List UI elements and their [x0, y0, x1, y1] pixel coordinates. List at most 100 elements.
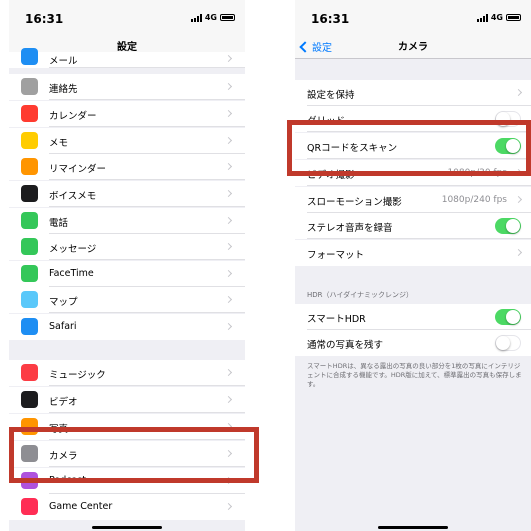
contacts-icon — [21, 78, 38, 95]
settings-item-label: ビデオ — [49, 397, 78, 408]
camera-settings-screen: 16:31 4G 設定 カメラ 設定を保持 グリッド QRコードをスキャン ビデオ撮影… — [295, 0, 531, 531]
music-icon — [21, 364, 38, 381]
hdr-row-2[interactable]: 通常の写真を残す — [295, 330, 531, 356]
settings-item-music[interactable]: ミュージック — [9, 360, 245, 386]
settings-item-label: 連絡先 — [49, 84, 78, 95]
row-divider — [49, 206, 245, 207]
settings-item-mail[interactable]: メール — [9, 48, 245, 68]
camera-row-value: 1080p/240 fps — [441, 195, 507, 205]
settings-item-phone[interactable]: 電話 — [9, 208, 245, 234]
settings-item-video[interactable]: ビデオ — [9, 387, 245, 413]
signal-icon — [476, 13, 488, 22]
row-divider — [49, 99, 245, 100]
settings-item-label: リマインダー — [49, 164, 107, 175]
toggle-switch[interactable] — [495, 309, 521, 325]
camera-row-6[interactable]: ステレオ音声を録音 — [295, 213, 531, 239]
settings-item-label: ミュージック — [49, 370, 106, 381]
row-divider — [49, 385, 245, 386]
settings-item-calendar[interactable]: カレンダー — [9, 101, 245, 127]
settings-item-label: FaceTime — [49, 268, 94, 279]
settings-item-label: Game Center — [49, 501, 113, 512]
chevron-right-icon — [224, 242, 233, 251]
settings-item-reminders[interactable]: リマインダー — [9, 154, 245, 180]
toggle-knob — [506, 219, 520, 233]
toggle-switch[interactable] — [495, 335, 521, 351]
settings-item-contacts[interactable]: 連絡先 — [9, 74, 245, 100]
camera-row-1[interactable]: 設定を保持 — [295, 80, 531, 106]
mail-icon — [21, 48, 38, 65]
toggle-knob — [506, 310, 520, 324]
network-label: 4G — [204, 13, 217, 22]
settings-item-game-center[interactable]: Game Center — [9, 494, 245, 520]
camera-row-label: フォーマット — [307, 250, 365, 261]
chevron-right-icon — [224, 162, 233, 171]
settings-item-label: メッセージ — [49, 244, 97, 255]
nav-bar: 設定 カメラ — [295, 36, 531, 59]
facetime-icon — [21, 265, 38, 282]
camera-row-7[interactable]: フォーマット — [295, 240, 531, 266]
chevron-right-icon — [224, 395, 233, 404]
chevron-right-icon — [224, 502, 233, 511]
settings-item-label: メモ — [49, 138, 69, 149]
chevron-right-icon — [224, 54, 233, 63]
chevron-right-icon — [224, 189, 233, 198]
status-time: 16:31 — [311, 12, 350, 26]
video-icon — [21, 391, 38, 408]
settings-item-safari[interactable]: Safari — [9, 314, 245, 340]
row-divider — [49, 312, 245, 313]
home-indicator — [378, 526, 448, 529]
hdr-section-header: HDR（ハイダイナミックレンジ） — [307, 291, 413, 299]
hdr-row-label: 通常の写真を残す — [307, 340, 384, 351]
chevron-right-icon — [224, 295, 233, 304]
network-label: 4G — [490, 13, 503, 22]
chevron-right-icon — [514, 88, 523, 97]
camera-row-label: スローモーション撮影 — [307, 197, 402, 208]
settings-item-label: カレンダー — [49, 111, 97, 122]
settings-item-maps[interactable]: マップ — [9, 287, 245, 313]
page-title: カメラ — [398, 42, 428, 53]
status-bar: 16:31 4G — [9, 0, 245, 36]
settings-item-voice-memo[interactable]: ボイスメモ — [9, 181, 245, 207]
settings-item-label: ボイスメモ — [49, 191, 97, 202]
maps-icon — [21, 291, 38, 308]
safari-icon — [21, 318, 38, 335]
voice-memo-icon — [21, 185, 38, 202]
chevron-right-icon — [514, 248, 523, 257]
settings-item-label: メール — [49, 56, 78, 67]
toggle-knob — [496, 336, 510, 350]
settings-item-label: マップ — [49, 297, 78, 308]
chevron-right-icon — [224, 216, 233, 225]
chevron-right-icon — [224, 136, 233, 145]
settings-item-label: Safari — [49, 321, 77, 332]
row-divider — [49, 126, 245, 127]
settings-item-facetime[interactable]: FaceTime — [9, 261, 245, 287]
battery-icon — [506, 14, 521, 21]
home-indicator — [92, 526, 162, 529]
camera-row-5[interactable]: スローモーション撮影 1080p/240 fps — [295, 187, 531, 213]
hdr-row-1[interactable]: スマートHDR — [295, 304, 531, 330]
settings-item-messages[interactable]: メッセージ — [9, 234, 245, 260]
camera-row-label: ステレオ音声を録音 — [307, 223, 393, 234]
chevron-right-icon — [224, 109, 233, 118]
notes-icon — [21, 132, 38, 149]
row-divider — [307, 185, 531, 186]
reminders-icon — [21, 158, 38, 175]
chevron-right-icon — [224, 269, 233, 278]
row-divider — [307, 238, 531, 239]
battery-icon — [220, 14, 235, 21]
toggle-switch[interactable] — [495, 218, 521, 234]
row-divider — [49, 259, 245, 260]
chevron-right-icon — [224, 82, 233, 91]
settings-item-notes[interactable]: メモ — [9, 128, 245, 154]
messages-icon — [21, 238, 38, 255]
chevron-right-icon — [514, 195, 523, 204]
status-time: 16:31 — [25, 12, 64, 26]
status-bar: 16:31 4G — [295, 0, 531, 36]
hdr-row-label: スマートHDR — [307, 314, 366, 325]
row-divider — [49, 412, 245, 413]
status-right: 4G — [476, 13, 521, 22]
phone-icon — [21, 212, 38, 229]
camera-row-label: 設定を保持 — [307, 90, 355, 101]
hdr-footnote: スマートHDRは、異なる露出の写真の良い部分を1枚の写真にインテリジェントに合成… — [307, 362, 522, 388]
chevron-right-icon — [224, 368, 233, 377]
